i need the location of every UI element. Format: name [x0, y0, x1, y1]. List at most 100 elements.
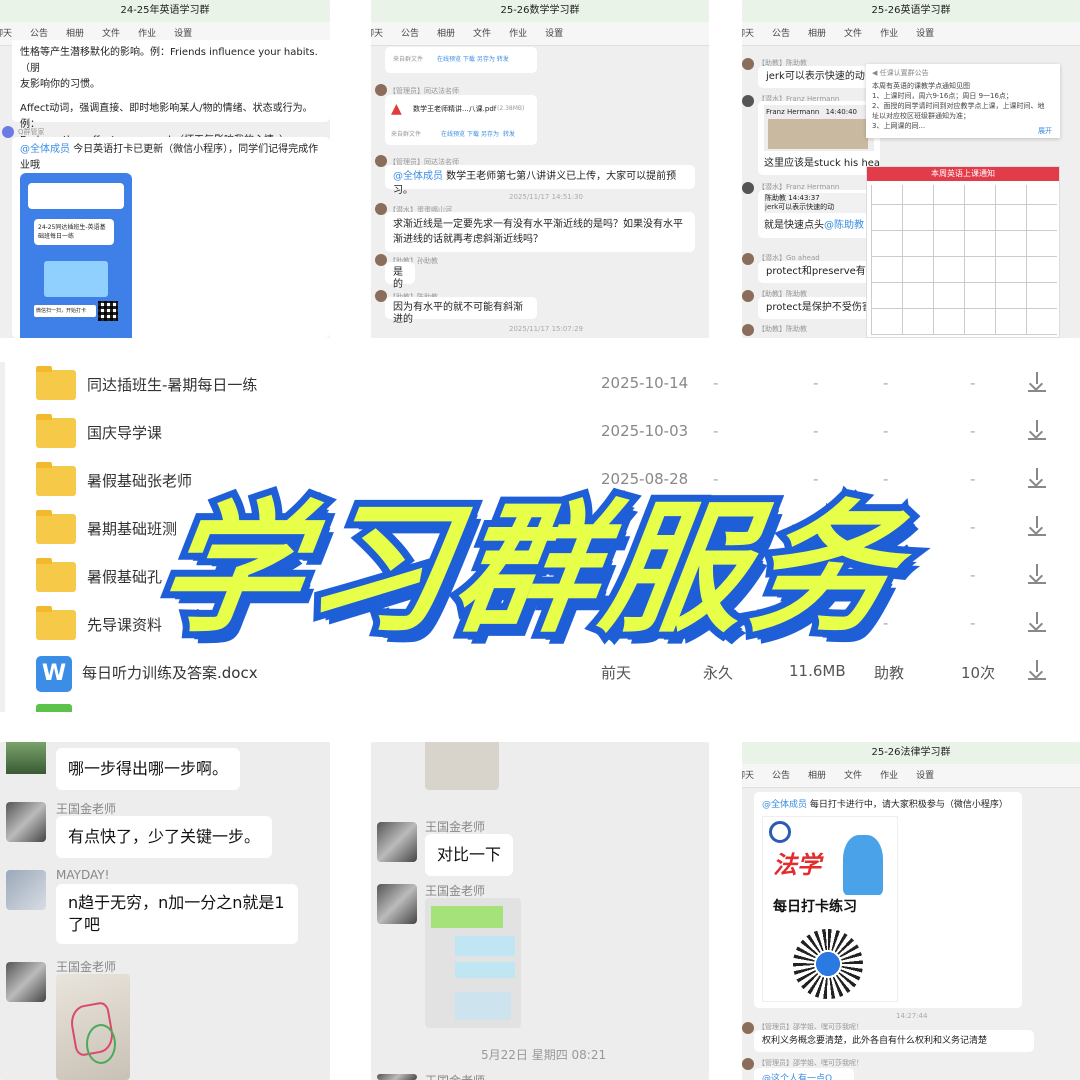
avatar[interactable]: [377, 1074, 417, 1080]
message-bubble: protect是保护不受伤害: [758, 297, 880, 319]
download-icon[interactable]: [1028, 516, 1046, 538]
card-image: [44, 261, 108, 297]
tab-album[interactable]: 相册: [808, 764, 826, 788]
sender-name: 【管理员】邵学姐、嘿可莎我呢！: [758, 1059, 863, 1067]
tab-notice[interactable]: 公告: [772, 22, 790, 46]
tab-files[interactable]: 文件: [473, 22, 491, 46]
photo-avatar[interactable]: [6, 742, 46, 774]
file-expiry: -: [713, 374, 719, 392]
file-uploader: -: [883, 374, 889, 392]
sender-name: 【助教】陈助教: [758, 325, 807, 333]
folder-icon: [36, 558, 76, 592]
file-name: 国庆导学课: [87, 424, 163, 442]
tab-homework[interactable]: 作业: [880, 22, 898, 46]
download-icon[interactable]: [1028, 612, 1046, 634]
tab-files[interactable]: 文件: [844, 22, 862, 46]
save-as-link[interactable]: 另存为: [477, 56, 495, 63]
file-name: 暑期基础班测: [87, 520, 178, 538]
timestamp: 2025/11/17 15:07:29: [509, 325, 584, 333]
tab-chat[interactable]: 聊天: [742, 22, 754, 46]
avatar[interactable]: [6, 870, 46, 910]
whiteboard-photo[interactable]: [425, 742, 499, 790]
avatar[interactable]: [742, 290, 754, 302]
handwritten-photo[interactable]: [56, 974, 130, 1080]
file-name: 暑假基础孔: [87, 568, 163, 586]
sender-name: 王国金老师: [425, 884, 486, 898]
tab-chat[interactable]: 聊天: [371, 22, 383, 46]
message-bubble: @全体成员 今日英语打卡已更新（微信小程序），同学们记得完成作业哦 24-25同…: [12, 137, 330, 338]
avatar[interactable]: [742, 324, 754, 336]
tab-settings[interactable]: 设置: [916, 764, 934, 788]
schedule-table[interactable]: 本周英语上课通知: [866, 166, 1060, 338]
tab-chat[interactable]: 聊天: [0, 22, 12, 46]
speaker-icon: ◀: [872, 69, 878, 77]
avatar[interactable]: [742, 182, 754, 194]
tab-chat[interactable]: 聊天: [742, 764, 754, 788]
avatar[interactable]: [6, 962, 46, 1002]
tab-album[interactable]: 相册: [808, 22, 826, 46]
download-icon[interactable]: [1028, 468, 1046, 490]
tab-homework[interactable]: 作业: [509, 22, 527, 46]
message-bubble: @全体成员 每日打卡进行中，请大家积极参与（微信小程序） 法学 每日打卡练习: [754, 792, 1022, 1008]
chat-title: 25-26英语学习群: [742, 0, 1080, 22]
math-group-panel: 25-26数学学习群 聊天公告相册文件作业设置 来自群文件 在线预览 下载 另存…: [371, 0, 709, 338]
tab-settings[interactable]: 设置: [545, 22, 563, 46]
quoted-message[interactable]: Franz Hermann 14:40:40: [764, 105, 874, 151]
avatar[interactable]: [742, 58, 754, 70]
screenshot-image[interactable]: [425, 898, 521, 1028]
message-bubble: 求渐近线是一定要先求一有没有水平渐近线的是吗？如果没有水平渐进线的话就再考虑斜渐…: [385, 212, 695, 252]
timestamp: 14:27:44: [896, 1012, 928, 1020]
sender-name: 王国金老师: [56, 802, 117, 816]
tab-notice[interactable]: 公告: [772, 764, 790, 788]
chat-title: 25-26法律学习群: [742, 742, 1080, 764]
download-icon[interactable]: [1028, 420, 1046, 442]
tab-notice[interactable]: 公告: [401, 22, 419, 46]
avatar[interactable]: [2, 126, 14, 138]
avatar[interactable]: [377, 822, 417, 862]
tab-settings[interactable]: 设置: [916, 22, 934, 46]
forward-link[interactable]: 转发: [497, 56, 509, 63]
message-bubble: @全体成员 数学王老师第七第八讲讲义已上传，大家可以提前预习。: [385, 165, 695, 196]
table-title: 本周英语上课通知: [867, 167, 1059, 181]
file-name: 数学王老师精讲...八课.pdf: [413, 105, 497, 113]
announcement-popup[interactable]: ◀ 任课认置群公告 本周有英语的课教学点通知见图 1、上课时间，周六9-16点；…: [866, 64, 1060, 138]
file-row[interactable]: 同达插班生-暑期每日一练 2025-10-14 - - - -: [0, 362, 1080, 410]
avatar[interactable]: [6, 802, 46, 842]
expand-link[interactable]: 展开: [1038, 126, 1052, 136]
download-count: -: [970, 374, 976, 392]
avatar[interactable]: [742, 95, 754, 107]
avatar[interactable]: [742, 253, 754, 265]
message-bubble: 是的: [385, 262, 415, 290]
download-icon[interactable]: [1028, 660, 1046, 682]
tab-album[interactable]: 相册: [437, 22, 455, 46]
timestamp: 2025/11/17 14:51:30: [509, 193, 584, 201]
tab-files[interactable]: 文件: [844, 764, 862, 788]
avatar[interactable]: [742, 1058, 754, 1070]
avatar[interactable]: [375, 84, 387, 96]
file-card[interactable]: ▲ 数学王老师精讲...八课.pdf (2.38MB) 来自群文件 在线预览 下…: [385, 95, 537, 145]
tab-homework[interactable]: 作业: [880, 764, 898, 788]
mention-all[interactable]: @全体成员: [20, 144, 70, 155]
message-bubble: @这个人有一点Q: [754, 1068, 854, 1080]
download-icon[interactable]: [1028, 564, 1046, 586]
download-icon[interactable]: [1028, 372, 1046, 394]
avatar[interactable]: [742, 1022, 754, 1034]
preview-link[interactable]: 在线预览: [437, 56, 461, 63]
checkin-card[interactable]: 24-25同达插班生-英语基础班每日一练 微信扫一扫，开始打卡: [20, 173, 132, 338]
message-bubble: 权利义务概念要清楚，此外各自有什么权利和义务记清楚: [754, 1030, 1034, 1052]
message-bubble: 哪一步得出哪一步啊。: [56, 748, 241, 790]
reply-quote[interactable]: 陈助教 14:43:37 jerk可以表示快速的动: [764, 193, 870, 213]
mini-program-code: [793, 929, 863, 999]
message-bubble: 有点快了，少了关键一步。: [56, 816, 273, 858]
download-link[interactable]: 下载: [463, 56, 475, 63]
file-name: 同达插班生-暑期每日一练: [87, 376, 258, 394]
folder-icon: [36, 462, 76, 496]
chat-tabs: 聊天公告相册文件作业设置: [742, 22, 1080, 46]
file-date: 2025-10-03: [601, 422, 689, 440]
checkin-poster[interactable]: 法学 每日打卡练习: [762, 816, 898, 1002]
file-row[interactable]: 国庆导学课 2025-10-03 - - - -: [0, 410, 1080, 458]
avatar[interactable]: [377, 884, 417, 924]
law-group-panel: 25-26法律学习群 聊天公告相册文件作业设置 @全体成员 每日打卡进行中，请大…: [742, 742, 1080, 1080]
download-count: -: [970, 614, 976, 632]
avatar[interactable]: [375, 155, 387, 167]
